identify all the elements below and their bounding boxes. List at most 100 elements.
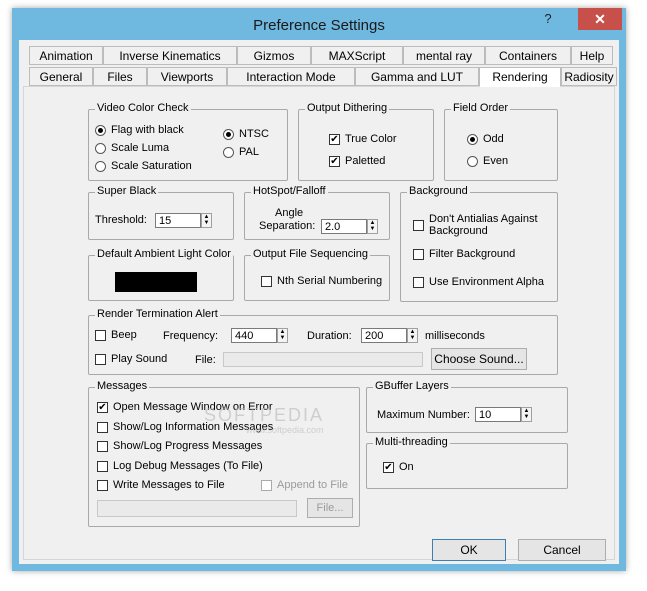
open-message-window-checkbox[interactable]: ✔ — [97, 402, 108, 413]
tab-containers[interactable]: Containers — [485, 46, 571, 65]
scale-luma-label: Scale Luma — [111, 142, 170, 154]
angle-separation-value: 2.0 — [325, 221, 341, 233]
message-file-field[interactable] — [97, 500, 297, 517]
tab-gizmos[interactable]: Gizmos — [237, 46, 311, 65]
write-messages-checkbox[interactable] — [97, 480, 108, 491]
environment-alpha-checkbox[interactable] — [413, 277, 424, 288]
tab-files[interactable]: Files — [93, 67, 147, 86]
spinner-arrows-icon[interactable]: ▲ ▼ — [367, 219, 378, 234]
frequency-label: Frequency: — [163, 330, 219, 342]
output-sequencing-title: Output File Sequencing — [251, 248, 370, 260]
ambient-light-group: Default Ambient Light Color — [88, 248, 234, 301]
spinner-arrows-icon[interactable]: ▲ ▼ — [407, 328, 418, 343]
video-color-check-title: Video Color Check — [95, 102, 191, 114]
paletted-label: Paletted — [345, 155, 386, 167]
tab-inverse-kinematics[interactable]: Inverse Kinematics — [103, 46, 237, 65]
field-order-title: Field Order — [451, 102, 511, 114]
append-to-file-checkbox[interactable] — [261, 480, 272, 491]
maximum-number-spinner[interactable]: 10 ▲ ▼ — [475, 407, 532, 422]
tab-help[interactable]: Help — [571, 46, 613, 65]
gbuffer-layers-group: GBuffer Layers Maximum Number: 10 ▲ ▼ — [366, 380, 568, 433]
tab-animation[interactable]: Animation — [29, 46, 103, 65]
scale-saturation-radio[interactable] — [95, 161, 106, 172]
close-button[interactable]: ✕ — [578, 8, 622, 30]
dont-antialias-label-line2: Background — [429, 225, 488, 237]
output-dithering-group: Output Dithering ✔ True Color ✔ Paletted — [298, 102, 434, 181]
output-sequencing-group: Output File Sequencing Nth Serial Number… — [244, 248, 390, 301]
dont-antialias-checkbox[interactable] — [413, 220, 424, 231]
spinner-arrows-icon[interactable]: ▲ ▼ — [521, 407, 532, 422]
filter-background-checkbox[interactable] — [413, 249, 424, 260]
odd-label: Odd — [483, 133, 504, 145]
progress-messages-checkbox[interactable] — [97, 441, 108, 452]
rendering-page: Video Color Check Flag with black Scale … — [23, 86, 615, 561]
debug-messages-checkbox[interactable] — [97, 461, 108, 472]
tab-rendering[interactable]: Rendering — [479, 67, 561, 87]
pal-radio[interactable] — [223, 147, 234, 158]
tab-strip: Animation Inverse Kinematics Gizmos MAXS… — [19, 40, 619, 88]
true-color-checkbox[interactable]: ✔ — [329, 134, 340, 145]
output-dithering-title: Output Dithering — [305, 102, 390, 114]
sound-file-field[interactable] — [223, 352, 423, 367]
scale-saturation-label: Scale Saturation — [111, 160, 192, 172]
duration-value: 200 — [365, 330, 384, 342]
watermark-url: www.softpedia.com — [246, 425, 324, 435]
play-sound-checkbox[interactable] — [95, 354, 106, 365]
multithreading-group: Multi-threading ✔ On — [366, 436, 568, 489]
frequency-spinner[interactable]: 440 ▲ ▼ — [231, 328, 288, 343]
even-radio[interactable] — [467, 156, 478, 167]
play-sound-label: Play Sound — [111, 353, 168, 365]
cancel-button[interactable]: Cancel — [518, 539, 606, 561]
super-black-group: Super Black Threshold: 15 ▲ ▼ — [88, 185, 234, 240]
angle-separation-spinner[interactable]: 2.0 ▲ ▼ — [321, 219, 378, 234]
progress-messages-label: Show/Log Progress Messages — [113, 440, 263, 452]
messages-title: Messages — [95, 380, 150, 392]
paletted-checkbox[interactable]: ✔ — [329, 156, 340, 167]
file-label: File: — [195, 354, 216, 366]
tab-radiosity[interactable]: Radiosity — [561, 67, 617, 86]
multithreading-title: Multi-threading — [373, 436, 450, 448]
milliseconds-label: milliseconds — [425, 330, 485, 342]
debug-messages-label: Log Debug Messages (To File) — [113, 460, 263, 472]
choose-sound-button[interactable]: Choose Sound... — [431, 348, 527, 370]
maximum-number-label: Maximum Number: — [377, 409, 470, 421]
separation-label: Separation: — [259, 220, 316, 232]
message-file-button[interactable]: File... — [307, 498, 353, 518]
tab-general[interactable]: General — [29, 67, 93, 86]
angle-label: Angle — [275, 207, 304, 219]
spinner-arrows-icon[interactable]: ▲ ▼ — [201, 213, 212, 228]
background-group: Background Don't Antialias Against Backg… — [400, 185, 558, 302]
true-color-label: True Color — [345, 133, 397, 145]
beep-checkbox[interactable] — [95, 330, 106, 341]
threshold-spinner[interactable]: 15 ▲ ▼ — [155, 213, 212, 228]
info-messages-checkbox[interactable] — [97, 422, 108, 433]
nth-serial-checkbox[interactable] — [261, 276, 272, 287]
append-to-file-label: Append to File — [277, 479, 348, 491]
dialog-client: Animation Inverse Kinematics Gizmos MAXS… — [19, 40, 619, 564]
tab-maxscript[interactable]: MAXScript — [311, 46, 403, 65]
tab-gamma-and-lut[interactable]: Gamma and LUT — [355, 67, 479, 86]
odd-radio[interactable] — [467, 134, 478, 145]
tab-mental-ray[interactable]: mental ray — [403, 46, 485, 65]
ntsc-radio[interactable] — [223, 129, 234, 140]
duration-spinner[interactable]: 200 ▲ ▼ — [361, 328, 418, 343]
flag-black-label: Flag with black — [111, 124, 184, 136]
multithreading-on-label: On — [399, 461, 414, 473]
title-bar[interactable]: Preference Settings ? ✕ — [12, 8, 626, 40]
multithreading-on-checkbox[interactable]: ✔ — [383, 462, 394, 473]
frequency-value: 440 — [235, 330, 254, 342]
dialog-window: Preference Settings ? ✕ Animation Invers… — [12, 8, 626, 571]
filter-background-label: Filter Background — [429, 248, 516, 260]
threshold-label: Threshold: — [95, 214, 147, 226]
spinner-arrows-icon[interactable]: ▲ ▼ — [277, 328, 288, 343]
render-termination-group: Render Termination Alert Beep Frequency:… — [88, 308, 558, 375]
help-button[interactable]: ? — [534, 8, 562, 30]
scale-luma-radio[interactable] — [95, 143, 106, 154]
ambient-color-swatch[interactable] — [115, 272, 197, 292]
tab-interaction-mode[interactable]: Interaction Mode — [227, 67, 355, 86]
field-order-group: Field Order Odd Even — [444, 102, 558, 181]
ok-button[interactable]: OK — [432, 539, 506, 561]
flag-black-radio[interactable] — [95, 125, 106, 136]
tab-viewports[interactable]: Viewports — [147, 67, 227, 86]
even-label: Even — [483, 155, 509, 167]
